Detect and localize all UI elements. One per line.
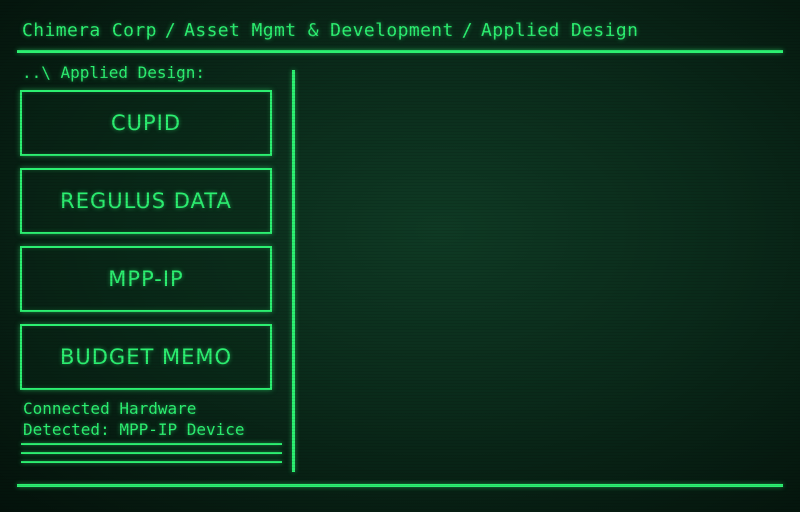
status-bars xyxy=(21,443,282,470)
content-panel xyxy=(300,62,780,477)
panel-divider xyxy=(292,70,295,472)
status-line-connected: Connected Hardware xyxy=(23,399,197,418)
menu-button-budget-memo[interactable]: BUDGET MEMO xyxy=(20,324,272,390)
breadcrumb: Chimera Corp / Asset Mgmt & Development / Ap… xyxy=(22,20,638,41)
status-bar-line xyxy=(21,461,282,463)
status-bar-line xyxy=(21,452,282,454)
directory-label: ..\ Applied Design: xyxy=(22,63,206,82)
footer-divider xyxy=(17,484,783,487)
menu-button-mpp-ip[interactable]: MPP-IP xyxy=(20,246,272,312)
header-divider xyxy=(17,50,783,53)
breadcrumb-separator: / xyxy=(164,20,177,41)
breadcrumb-item-applied-design: Applied Design xyxy=(481,20,639,41)
breadcrumb-item-chimera-corp[interactable]: Chimera Corp xyxy=(22,20,157,41)
file-menu: CUPID REGULUS DATA MPP-IP BUDGET MEMO xyxy=(20,90,272,402)
breadcrumb-item-asset-mgmt[interactable]: Asset Mgmt & Development xyxy=(184,20,454,41)
hardware-status: Connected Hardware Detected: MPP-IP Devi… xyxy=(23,398,245,440)
menu-button-regulus-data[interactable]: REGULUS DATA xyxy=(20,168,272,234)
menu-button-cupid[interactable]: CUPID xyxy=(20,90,272,156)
breadcrumb-separator: / xyxy=(461,20,474,41)
status-line-detected: Detected: MPP-IP Device xyxy=(23,420,245,439)
status-bar-line xyxy=(21,443,282,445)
